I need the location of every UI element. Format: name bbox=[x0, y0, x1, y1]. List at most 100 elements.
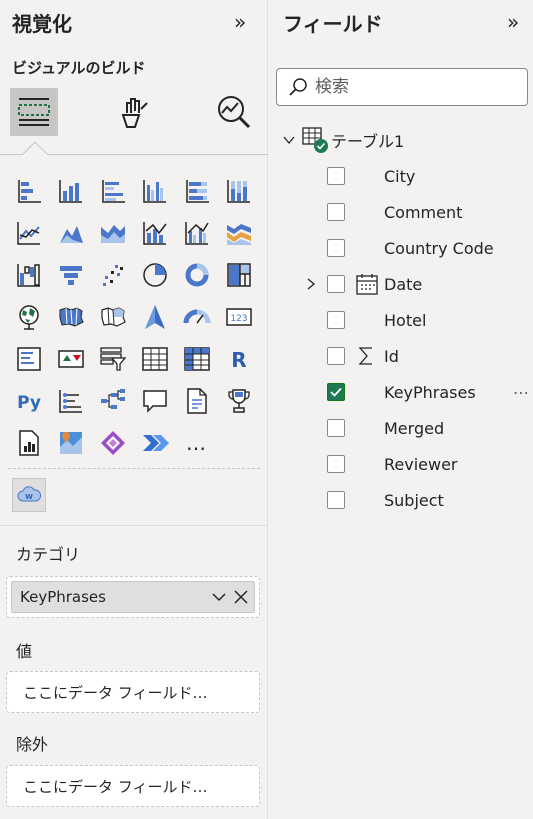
paginated-report-icon[interactable] bbox=[8, 422, 50, 464]
sigma-icon bbox=[358, 347, 372, 365]
category-field-dropdown[interactable] bbox=[208, 586, 230, 608]
100-stacked-bar-chart-icon[interactable] bbox=[176, 170, 218, 212]
tab-format-visual[interactable] bbox=[110, 88, 158, 136]
analytics-icon bbox=[218, 96, 251, 129]
field-label[interactable]: KeyPhrases bbox=[384, 383, 476, 402]
r-script-visual-icon[interactable]: R bbox=[218, 338, 260, 380]
line-chart-icon[interactable] bbox=[8, 212, 50, 254]
table-name[interactable]: テーブル1 bbox=[331, 128, 404, 152]
stacked-area-chart-icon[interactable] bbox=[92, 212, 134, 254]
shape-map-icon[interactable] bbox=[92, 296, 134, 338]
funnel-chart-icon[interactable] bbox=[50, 254, 92, 296]
field-checkbox-checked[interactable] bbox=[327, 383, 345, 401]
field-row-reviewer[interactable]: Reviewer bbox=[269, 446, 533, 482]
visualizations-pane: 視覚化 » ビジュアルのビルド 123 R Py … W カテゴリ KeyPhr… bbox=[0, 0, 268, 819]
field-checkbox[interactable] bbox=[327, 491, 345, 509]
checkmark-icon bbox=[330, 387, 342, 397]
card-icon[interactable]: 123 bbox=[218, 296, 260, 338]
svg-text:Py: Py bbox=[17, 393, 41, 413]
category-field-remove[interactable] bbox=[230, 586, 252, 608]
pie-chart-icon[interactable] bbox=[134, 254, 176, 296]
field-label[interactable]: Hotel bbox=[384, 311, 426, 330]
field-row-keyphrases[interactable]: KeyPhrases ⋯ bbox=[269, 374, 533, 410]
clustered-bar-chart-icon[interactable] bbox=[92, 170, 134, 212]
exclude-well[interactable]: ここにデータ フィールド… bbox=[6, 765, 260, 807]
area-chart-icon[interactable] bbox=[50, 212, 92, 254]
custom-visual-button[interactable]: W bbox=[12, 478, 46, 512]
field-checkbox[interactable] bbox=[327, 311, 345, 329]
build-visual-icon bbox=[18, 98, 50, 126]
search-input[interactable] bbox=[315, 77, 515, 97]
table-node[interactable]: テーブル1 bbox=[269, 122, 533, 158]
chevron-expanded-icon[interactable] bbox=[281, 132, 297, 148]
100-stacked-column-chart-icon[interactable] bbox=[218, 170, 260, 212]
field-label[interactable]: City bbox=[384, 167, 415, 186]
multi-row-card-icon[interactable] bbox=[8, 338, 50, 380]
field-row-merged[interactable]: Merged bbox=[269, 410, 533, 446]
field-label[interactable]: Date bbox=[384, 275, 422, 294]
map-icon[interactable] bbox=[8, 296, 50, 338]
line-and-clustered-column-icon[interactable] bbox=[176, 212, 218, 254]
chevron-right-icon[interactable] bbox=[303, 276, 319, 292]
filled-map-icon[interactable] bbox=[50, 296, 92, 338]
more-visuals-label: … bbox=[186, 431, 208, 455]
tab-analytics[interactable] bbox=[210, 88, 258, 136]
smart-narrative-icon[interactable] bbox=[176, 380, 218, 422]
field-label[interactable]: Country Code bbox=[384, 239, 494, 258]
waterfall-chart-icon[interactable] bbox=[8, 254, 50, 296]
field-search-box[interactable] bbox=[276, 68, 528, 106]
slicer-icon[interactable] bbox=[92, 338, 134, 380]
more-options-button[interactable]: ⋯ bbox=[513, 383, 529, 402]
field-checkbox[interactable] bbox=[327, 347, 345, 365]
field-row-hotel[interactable]: Hotel bbox=[269, 302, 533, 338]
clustered-column-chart-icon[interactable] bbox=[134, 170, 176, 212]
field-row-city[interactable]: City bbox=[269, 158, 533, 194]
gauge-icon[interactable] bbox=[176, 296, 218, 338]
field-row-country-code[interactable]: Country Code bbox=[269, 230, 533, 266]
arcgis-map-icon[interactable] bbox=[50, 422, 92, 464]
treemap-icon[interactable] bbox=[218, 254, 260, 296]
stacked-column-chart-icon[interactable] bbox=[50, 170, 92, 212]
field-checkbox[interactable] bbox=[327, 239, 345, 257]
category-field-pill[interactable]: KeyPhrases bbox=[11, 581, 255, 613]
tab-build-visual[interactable] bbox=[10, 88, 58, 136]
field-label[interactable]: Reviewer bbox=[384, 455, 458, 474]
key-influencers-icon[interactable] bbox=[50, 380, 92, 422]
field-label[interactable]: Subject bbox=[384, 491, 444, 510]
metrics-trophy-icon[interactable] bbox=[218, 380, 260, 422]
close-icon bbox=[234, 590, 248, 604]
azure-map-icon[interactable] bbox=[134, 296, 176, 338]
stacked-bar-chart-icon[interactable] bbox=[8, 170, 50, 212]
field-checkbox[interactable] bbox=[327, 203, 345, 221]
field-row-date[interactable]: Date bbox=[269, 266, 533, 302]
matrix-icon[interactable] bbox=[176, 338, 218, 380]
field-row-id[interactable]: Id bbox=[269, 338, 533, 374]
field-row-comment[interactable]: Comment bbox=[269, 194, 533, 230]
power-automate-icon[interactable] bbox=[134, 422, 176, 464]
table-icon[interactable] bbox=[134, 338, 176, 380]
field-row-subject[interactable]: Subject bbox=[269, 482, 533, 518]
more-visuals-button[interactable]: … bbox=[176, 422, 218, 464]
collapse-fields-button[interactable]: » bbox=[507, 12, 519, 32]
field-checkbox[interactable] bbox=[327, 167, 345, 185]
power-apps-icon[interactable] bbox=[92, 422, 134, 464]
ribbon-chart-icon[interactable] bbox=[218, 212, 260, 254]
line-and-stacked-column-icon[interactable] bbox=[134, 212, 176, 254]
decomposition-tree-icon[interactable] bbox=[92, 380, 134, 422]
python-visual-icon[interactable]: Py bbox=[8, 380, 50, 422]
format-visual-icon bbox=[121, 98, 148, 128]
scatter-chart-icon[interactable] bbox=[92, 254, 134, 296]
category-well[interactable]: KeyPhrases bbox=[6, 576, 260, 618]
field-label[interactable]: Comment bbox=[384, 203, 462, 222]
chevron-down-icon bbox=[212, 593, 226, 602]
field-label[interactable]: Id bbox=[384, 347, 399, 366]
donut-chart-icon[interactable] bbox=[176, 254, 218, 296]
collapse-visualizations-button[interactable]: » bbox=[234, 12, 246, 32]
kpi-icon[interactable] bbox=[50, 338, 92, 380]
field-checkbox[interactable] bbox=[327, 419, 345, 437]
field-checkbox[interactable] bbox=[327, 455, 345, 473]
field-label[interactable]: Merged bbox=[384, 419, 444, 438]
qa-visual-icon[interactable] bbox=[134, 380, 176, 422]
field-checkbox[interactable] bbox=[327, 275, 345, 293]
values-well[interactable]: ここにデータ フィールド… bbox=[6, 671, 260, 713]
